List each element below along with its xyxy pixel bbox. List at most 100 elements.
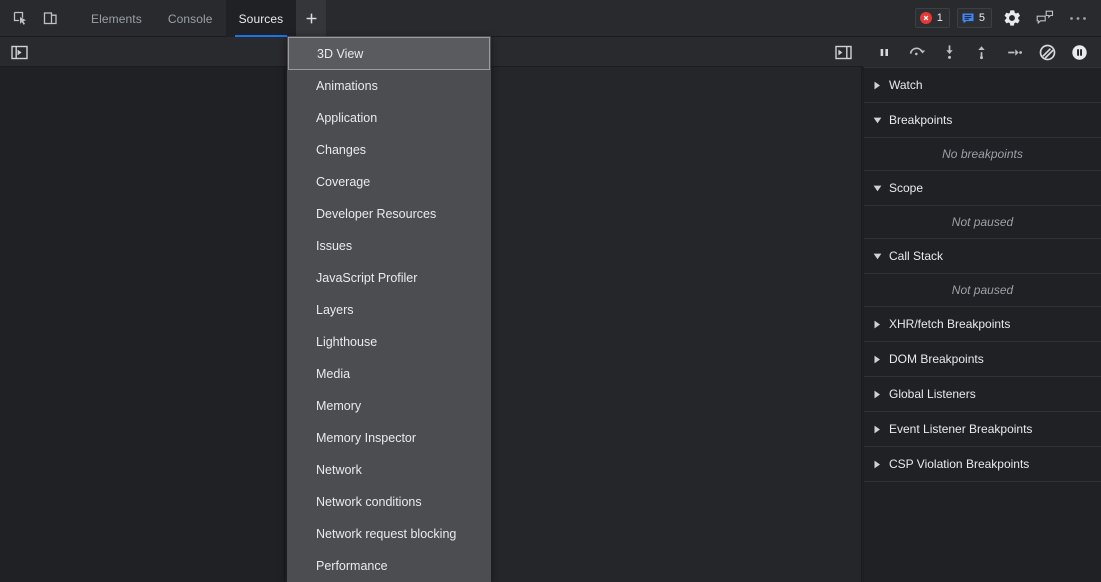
- debugger-controls-toolbar: [863, 37, 1101, 67]
- sidebar-section-watch[interactable]: Watch: [864, 68, 1101, 103]
- chevron-right-icon: [873, 390, 882, 399]
- menu-item-label: Memory Inspector: [316, 431, 416, 445]
- panel-tabs: Elements Console Sources: [78, 0, 326, 36]
- show-debugger-panel-icon[interactable]: [830, 39, 856, 65]
- menu-item-3d-view[interactable]: 3D View: [288, 37, 490, 70]
- menu-item-label: Memory: [316, 399, 361, 413]
- pause-on-exceptions-icon[interactable]: [1069, 41, 1091, 63]
- editor-right-divider: [861, 67, 862, 582]
- step-into-icon[interactable]: [938, 41, 960, 63]
- navigator-panel[interactable]: [0, 67, 285, 582]
- add-panel-button[interactable]: [296, 0, 326, 37]
- menu-item-performance[interactable]: Performance: [287, 550, 491, 582]
- chevron-down-icon: [873, 185, 882, 192]
- menu-item-memory[interactable]: Memory: [287, 390, 491, 422]
- tab-console[interactable]: Console: [155, 0, 226, 37]
- menu-item-label: Coverage: [316, 175, 370, 189]
- step-icon[interactable]: [1004, 41, 1026, 63]
- menu-item-label: Application: [316, 111, 377, 125]
- chevron-right-icon: [873, 425, 882, 434]
- menu-item-network-conditions[interactable]: Network conditions: [287, 486, 491, 518]
- menu-item-label: Performance: [316, 559, 388, 573]
- step-over-icon[interactable]: [906, 41, 928, 63]
- tab-sources[interactable]: Sources: [226, 0, 297, 37]
- menu-item-changes[interactable]: Changes: [287, 134, 491, 166]
- devtools-tabbar: Elements Console Sources 1: [0, 0, 1101, 37]
- sidebar-section-csp-violation-breakpoints[interactable]: CSP Violation Breakpoints: [864, 447, 1101, 482]
- menu-item-label: Network conditions: [316, 495, 422, 509]
- sidebar-section-event-listener-breakpoints[interactable]: Event Listener Breakpoints: [864, 412, 1101, 447]
- menu-item-issues[interactable]: Issues: [287, 230, 491, 262]
- menu-item-animations[interactable]: Animations: [287, 70, 491, 102]
- menu-item-label: Layers: [316, 303, 354, 317]
- empty-message-text: Not paused: [952, 283, 1013, 297]
- message-count-value: 5: [979, 12, 985, 24]
- call-stack-empty-message: Not paused: [864, 274, 1101, 307]
- chevron-down-icon: [873, 117, 882, 124]
- deactivate-breakpoints-icon[interactable]: [1036, 41, 1058, 63]
- more-tools-dropdown-menu[interactable]: 3D View Animations Application Changes C…: [287, 36, 491, 582]
- menu-item-label: Network: [316, 463, 362, 477]
- chevron-right-icon: [873, 355, 882, 364]
- pause-icon[interactable]: [873, 41, 895, 63]
- error-circle-icon: [920, 12, 932, 24]
- sidebar-section-global-listeners[interactable]: Global Listeners: [864, 377, 1101, 412]
- inspect-element-icon[interactable]: [6, 4, 34, 32]
- sidebar-section-xhr-fetch-breakpoints[interactable]: XHR/fetch Breakpoints: [864, 307, 1101, 342]
- tabbar-right-controls: 1 5: [915, 0, 1101, 36]
- menu-item-label: Changes: [316, 143, 366, 157]
- more-options-icon[interactable]: [1065, 5, 1091, 31]
- menu-item-label: Network request blocking: [316, 527, 456, 541]
- scope-empty-message: Not paused: [864, 206, 1101, 239]
- empty-message-text: No breakpoints: [942, 147, 1023, 161]
- tab-elements[interactable]: Elements: [78, 0, 155, 37]
- sidebar-section-dom-breakpoints[interactable]: DOM Breakpoints: [864, 342, 1101, 377]
- empty-message-text: Not paused: [952, 215, 1013, 229]
- menu-item-memory-inspector[interactable]: Memory Inspector: [287, 422, 491, 454]
- chevron-right-icon: [873, 320, 882, 329]
- section-label: Call Stack: [889, 249, 943, 263]
- chevron-right-icon: [873, 81, 882, 90]
- device-toolbar-icon[interactable]: [36, 4, 64, 32]
- menu-item-javascript-profiler[interactable]: JavaScript Profiler: [287, 262, 491, 294]
- menu-item-coverage[interactable]: Coverage: [287, 166, 491, 198]
- chevron-right-icon: [873, 460, 882, 469]
- tab-label: Sources: [239, 12, 284, 26]
- menu-item-lighthouse[interactable]: Lighthouse: [287, 326, 491, 358]
- message-count-badge[interactable]: 5: [957, 8, 992, 28]
- menu-item-label: Animations: [316, 79, 378, 93]
- sidebar-section-scope[interactable]: Scope: [864, 171, 1101, 206]
- section-label: Global Listeners: [889, 387, 976, 401]
- error-count-value: 1: [937, 12, 943, 24]
- menu-item-label: 3D View: [317, 47, 363, 61]
- error-count-badge[interactable]: 1: [915, 8, 950, 28]
- menu-item-application[interactable]: Application: [287, 102, 491, 134]
- menu-item-label: Lighthouse: [316, 335, 377, 349]
- tab-label: Console: [168, 12, 213, 26]
- show-navigator-panel-icon[interactable]: [6, 39, 32, 65]
- gear-icon[interactable]: [999, 5, 1025, 31]
- message-bubble-icon: [962, 13, 974, 24]
- section-label: XHR/fetch Breakpoints: [889, 317, 1010, 331]
- menu-item-developer-resources[interactable]: Developer Resources: [287, 198, 491, 230]
- section-label: Watch: [889, 78, 923, 92]
- menu-item-layers[interactable]: Layers: [287, 294, 491, 326]
- feedback-icon[interactable]: [1032, 5, 1058, 31]
- menu-item-label: JavaScript Profiler: [316, 271, 417, 285]
- tabbar-left-icons: [0, 0, 64, 36]
- section-label: Event Listener Breakpoints: [889, 422, 1032, 436]
- sidebar-section-call-stack[interactable]: Call Stack: [864, 239, 1101, 274]
- menu-item-label: Issues: [316, 239, 352, 253]
- breakpoints-empty-message: No breakpoints: [864, 138, 1101, 171]
- devtools-window: Elements Console Sources 1: [0, 0, 1101, 582]
- menu-item-network-request-blocking[interactable]: Network request blocking: [287, 518, 491, 550]
- menu-item-label: Media: [316, 367, 350, 381]
- menu-item-media[interactable]: Media: [287, 358, 491, 390]
- sidebar-section-breakpoints[interactable]: Breakpoints: [864, 103, 1101, 138]
- tab-label: Elements: [91, 12, 142, 26]
- section-label: Scope: [889, 181, 923, 195]
- step-out-icon[interactable]: [971, 41, 993, 63]
- section-label: DOM Breakpoints: [889, 352, 984, 366]
- debugger-sidebar: Watch Breakpoints No breakpoints Scope N…: [863, 67, 1101, 582]
- menu-item-network[interactable]: Network: [287, 454, 491, 486]
